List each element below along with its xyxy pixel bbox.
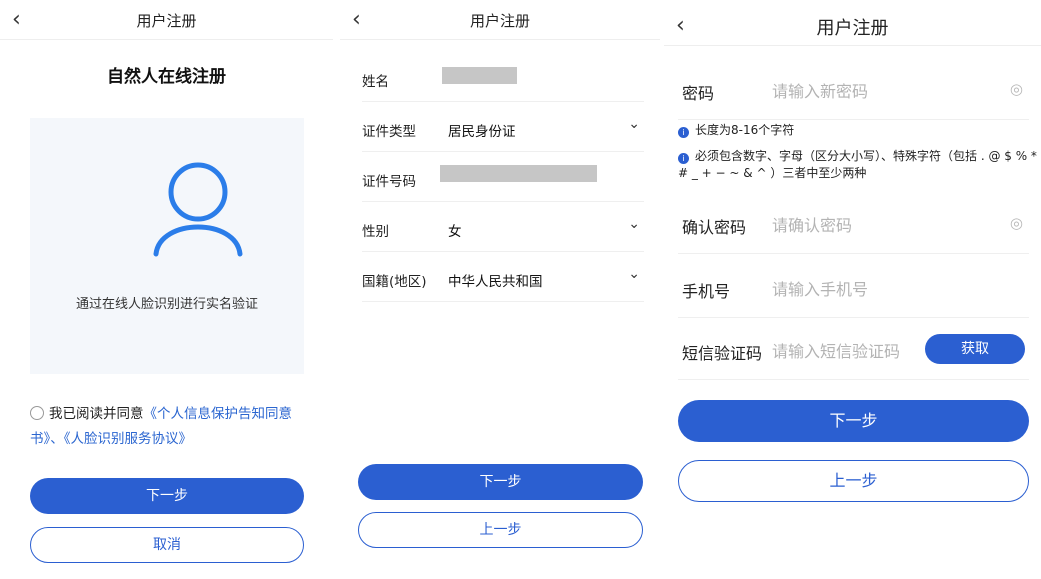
name-row[interactable]: 姓名 [362,52,644,102]
sms-code-row[interactable]: 短信验证码 请输入短信验证码 获取 [678,318,1029,380]
cancel-button[interactable]: 取消 [30,527,304,563]
id-type-value: 居民身份证 [448,124,516,140]
chevron-down-icon: ⌄ [628,116,640,132]
password-input[interactable]: 请输入新密码 [772,78,868,102]
chevron-down-icon: ⌄ [628,216,640,232]
password-label: 密码 [682,84,715,103]
phone-row[interactable]: 手机号 请输入手机号 [678,256,1029,318]
password-row[interactable]: 密码 请输入新密码 ◎ [678,58,1029,120]
get-sms-code-button[interactable]: 获取 [925,334,1025,364]
id-type-row[interactable]: 证件类型 居民身份证 ⌄ [362,102,644,152]
top-bar: ‹ 用户注册 [0,0,333,40]
page-title: 用户注册 [136,12,197,30]
face-service-agreement-link[interactable]: 《人脸识别服务协议》 [64,431,192,447]
gender-value: 女 [448,224,462,240]
next-button[interactable]: 下一步 [30,478,304,514]
sms-code-label: 短信验证码 [682,344,763,363]
sms-code-input[interactable]: 请输入短信验证码 [772,338,900,362]
confirm-password-label: 确认密码 [682,218,747,237]
info-icon: i [678,127,689,138]
phone-label: 手机号 [682,282,731,301]
next-button[interactable]: 下一步 [358,464,643,500]
nationality-value: 中华人民共和国 [448,274,543,290]
hint-length-text: 长度为8-16个字符 [695,123,795,137]
phone-input[interactable]: 请输入手机号 [772,276,868,300]
password-hint-length: i 长度为8-16个字符 [678,122,1038,139]
eye-icon[interactable]: ◎ [1010,214,1023,232]
page-title: 用户注册 [816,18,889,39]
next-button[interactable]: 下一步 [678,400,1029,442]
user-icon [153,162,243,257]
id-type-label: 证件类型 [362,124,416,140]
agreement: 我已阅读并同意《个人信息保护告知同意书》、《人脸识别服务协议》 [30,402,310,452]
section-heading: 自然人在线注册 [107,67,226,87]
face-verification-panel: ‹ 用户注册 自然人在线注册 通过在线人脸识别进行实名验证 我已阅读并同意《个人… [0,0,333,579]
face-recognition-card[interactable]: 通过在线人脸识别进行实名验证 [30,118,304,374]
top-bar: ‹ 用户注册 [340,0,660,40]
id-number-label: 证件号码 [362,174,416,190]
nationality-label: 国籍(地区) [362,274,427,290]
face-verification-text: 通过在线人脸识别进行实名验证 [75,297,258,312]
account-setup-panel: ‹ 用户注册 密码 请输入新密码 ◎ i 长度为8-16个字符 i 必须包含数字、字… [664,0,1041,579]
confirm-password-row[interactable]: 确认密码 请确认密码 ◎ [678,192,1029,254]
agree-prefix: 我已阅读并同意 [49,406,144,422]
id-number-row[interactable]: 证件号码 [362,152,644,202]
gender-row[interactable]: 性别 女 ⌄ [362,202,644,252]
confirm-password-input[interactable]: 请确认密码 [772,212,852,236]
agree-radio[interactable] [30,406,44,420]
name-label: 姓名 [362,74,389,90]
eye-icon[interactable]: ◎ [1010,80,1023,98]
name-redacted [442,67,517,84]
previous-button[interactable]: 上一步 [678,460,1029,502]
id-number-redacted [440,165,597,182]
hint-chars-text: 必须包含数字、字母（区分大小写）、特殊字符（包括 . @ $ % * # _ +… [678,149,1037,180]
identity-info-panel: ‹ 用户注册 姓名 证件类型 居民身份证 ⌄ 证件号码 性别 女 ⌄ 国籍(地区… [340,0,660,579]
top-bar: ‹ 用户注册 [664,0,1041,46]
info-icon: i [678,153,689,164]
agree-separator: 、 [50,431,64,447]
nationality-row[interactable]: 国籍(地区) 中华人民共和国 ⌄ [362,252,644,302]
chevron-down-icon: ⌄ [628,266,640,282]
previous-button[interactable]: 上一步 [358,512,643,548]
page-title: 用户注册 [469,12,530,30]
password-hint-chars: i 必须包含数字、字母（区分大小写）、特殊字符（包括 . @ $ % * # _ … [678,148,1038,182]
gender-label: 性别 [362,224,389,240]
